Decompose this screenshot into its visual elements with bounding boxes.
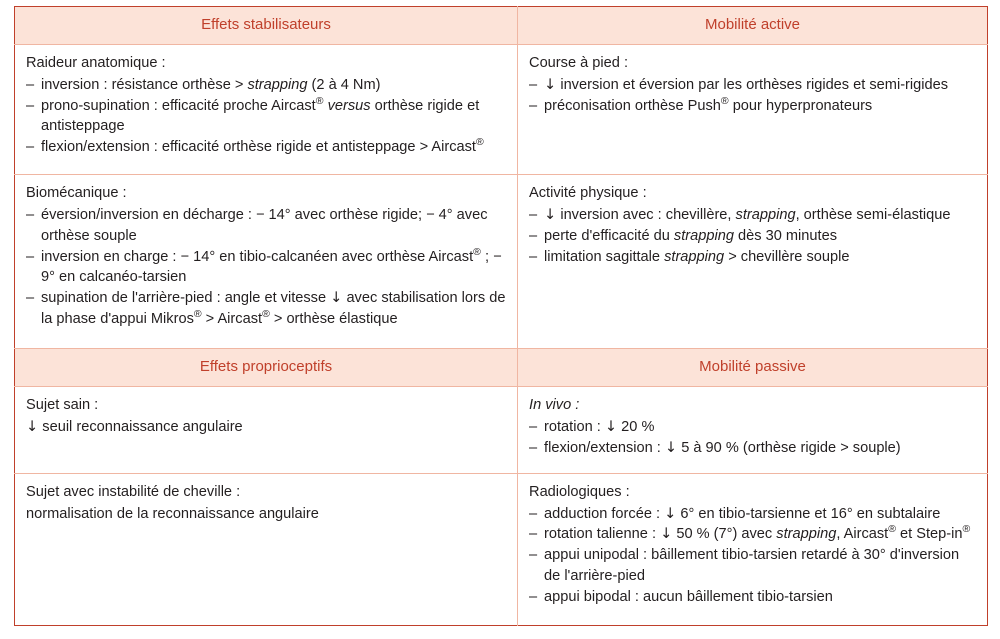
cell-title: In vivo : [529, 397, 580, 414]
cell-title: Course à pied : [529, 55, 629, 72]
list-item: perte d'efficacité du strapping dès 30 m… [529, 226, 976, 247]
list-item: inversion : résistance orthèse > strappi… [26, 75, 506, 96]
table-row: Biomécanique : éversion/inversion en déch… [14, 174, 988, 350]
cell-title: Sujet avec instabilité de cheville : [26, 483, 241, 500]
list-item: prono-supination : efficacité proche Air… [26, 96, 506, 137]
list-item: ↓ inversion et éversion par les orthèses… [529, 75, 976, 96]
cell-title: Raideur anatomique : [26, 55, 166, 72]
dash-list: inversion : résistance orthèse > strappi… [26, 75, 506, 158]
list-item: rotation talienne : ↓ 50 % (7°) avec str… [529, 524, 976, 545]
cell-title: Activité physique : [529, 185, 647, 202]
table-header-row: Effets stabilisateurs Mobilité active [14, 6, 988, 46]
column-header-right: Mobilité active [517, 6, 988, 46]
table-cell-right: In vivo : rotation : ↓ 20 %flexion/extens… [517, 386, 988, 474]
orthosis-effects-table: Effets stabilisateurs Mobilité active Raid… [14, 6, 988, 626]
table-header-row: Effets proprioceptifs Mobilité passive [14, 348, 988, 388]
table-cell-right: Radiologiques : adduction forcée : ↓ 6° e… [517, 472, 988, 626]
table-row: Sujet avec instabilité de cheville : norm… [14, 472, 988, 626]
table-body: Effets stabilisateurs Mobilité active Raid… [14, 6, 988, 626]
column-header-right: Mobilité passive [517, 348, 988, 388]
dash-list: ↓ inversion et éversion par les orthèses… [529, 75, 976, 116]
table-cell-right: Activité physique : ↓ inversion avec : ch… [517, 174, 988, 350]
list-item: adduction forcée : ↓ 6° en tibio-tarsien… [529, 504, 976, 525]
column-header-left: Effets proprioceptifs [14, 348, 519, 388]
list-item: inversion en charge : − 14° en tibio-cal… [26, 246, 506, 288]
dash-list: éversion/inversion en décharge : − 14° a… [26, 205, 506, 329]
table-cell-right: Course à pied : ↓ inversion et éversion p… [517, 44, 988, 176]
cell-title: Biomécanique : [26, 185, 127, 202]
dash-list: adduction forcée : ↓ 6° en tibio-tarsien… [529, 504, 976, 608]
table-cell-left: Raideur anatomique : inversion : résistan… [14, 44, 519, 176]
cell-title: Sujet sain : [26, 397, 99, 414]
table-row: Raideur anatomique : inversion : résistan… [14, 44, 988, 176]
list-item: appui bipodal : aucun bâillement tibio-t… [529, 587, 976, 608]
list-item: limitation sagittale strapping > chevill… [529, 247, 976, 268]
list-item: ↓ inversion avec : chevillère, strapping… [529, 205, 976, 226]
list-item: rotation : ↓ 20 % [529, 417, 976, 438]
list-item: appui unipodal : bâillement tibio-tarsie… [529, 545, 976, 586]
cell-line: normalisation de la reconnaissance angul… [26, 505, 319, 522]
cell-line: ↓ seuil reconnaissance angulaire [26, 418, 243, 436]
table-cell-left: Biomécanique : éversion/inversion en déch… [14, 174, 519, 350]
list-item: éversion/inversion en décharge : − 14° a… [26, 205, 506, 246]
dash-list: rotation : ↓ 20 %flexion/extension : ↓ 5… [529, 417, 976, 458]
column-header-left: Effets stabilisateurs [14, 6, 519, 46]
table-row: Sujet sain : ↓ seuil reconnaissance angul… [14, 386, 988, 474]
table-cell-left: Sujet sain : ↓ seuil reconnaissance angul… [14, 386, 519, 474]
list-item: préconisation orthèse Push® pour hyperpr… [529, 96, 976, 117]
orthosis-effects-table-container: Effets stabilisateurs Mobilité active Raid… [14, 6, 988, 626]
list-item: flexion/extension : ↓ 5 à 90 % (orthèse … [529, 438, 976, 459]
cell-title: Radiologiques : [529, 483, 630, 500]
dash-list: ↓ inversion avec : chevillère, strapping… [529, 205, 976, 267]
list-item: flexion/extension : efficacité orthèse r… [26, 137, 506, 158]
table-cell-left: Sujet avec instabilité de cheville : norm… [14, 472, 519, 626]
list-item: supination de l'arrière-pied : angle et … [26, 288, 506, 329]
